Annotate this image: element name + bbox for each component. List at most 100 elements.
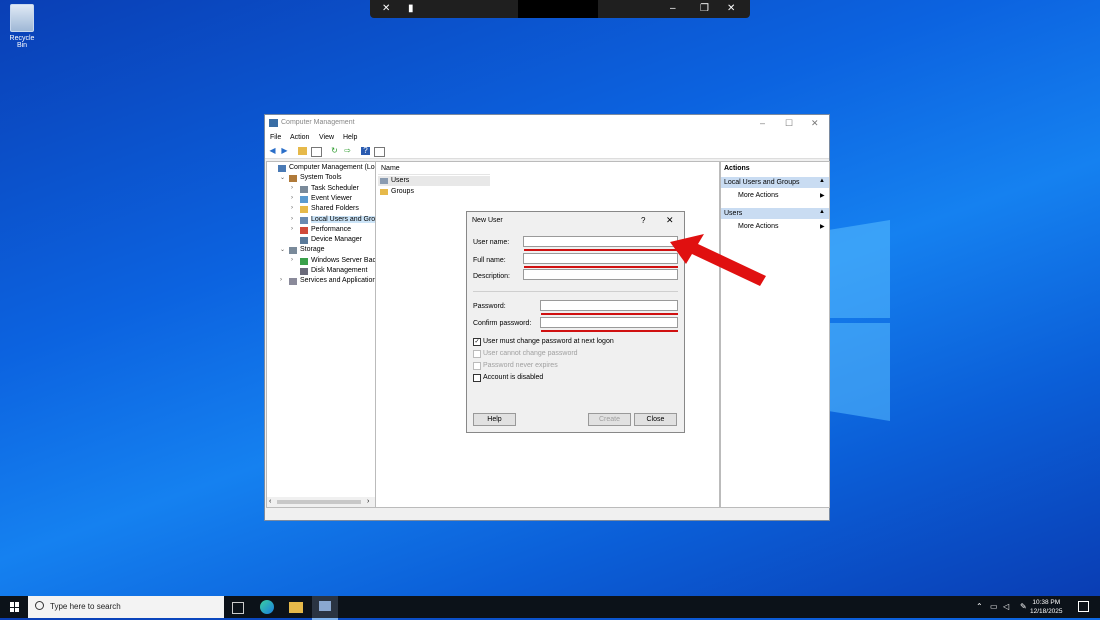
clock-date: 12/18/2025 — [1030, 608, 1063, 615]
up-folder-icon[interactable] — [298, 147, 307, 155]
tray-overflow-icon[interactable]: ⌃ — [976, 602, 983, 611]
tree-item[interactable]: Device Manager — [311, 236, 362, 243]
scroll-right-icon[interactable]: › — [367, 498, 369, 505]
export-list-icon[interactable]: ⇨ — [343, 147, 352, 155]
close-icon[interactable]: ✕ — [666, 215, 674, 226]
menu-file[interactable]: File — [270, 134, 281, 141]
cannot-change-password-checkbox[interactable] — [473, 350, 481, 358]
actions-section-label: Users — [724, 210, 743, 217]
pen-icon[interactable]: ✎ — [1020, 602, 1027, 611]
annotation-underline — [541, 330, 678, 332]
confirm-password-input[interactable] — [540, 317, 678, 328]
tree-item[interactable]: Performance — [311, 226, 351, 233]
file-explorer-icon[interactable] — [289, 602, 303, 613]
new-user-dialog: New User ? ✕ User name: Full name: Descr… — [466, 211, 685, 433]
minimize-icon[interactable]: – — [670, 3, 676, 15]
horizontal-scrollbar[interactable]: ‹ › — [267, 497, 375, 507]
scroll-left-icon[interactable]: ‹ — [269, 498, 271, 505]
back-icon[interactable]: ◀ — [268, 147, 277, 155]
close-button[interactable]: Close — [634, 413, 677, 426]
annotation-underline — [541, 313, 678, 315]
edge-icon[interactable] — [260, 600, 274, 614]
forward-icon[interactable]: ▶ — [280, 147, 289, 155]
volume-icon[interactable]: ◁ — [1003, 602, 1009, 611]
menu-action[interactable]: Action — [290, 134, 309, 141]
help-button[interactable]: Help — [473, 413, 516, 426]
collapse-icon: ▲ — [819, 178, 825, 184]
menu-view[interactable]: View — [319, 134, 334, 141]
windows-wallpaper-logo — [820, 215, 890, 425]
refresh-icon[interactable]: ↻ — [330, 147, 339, 155]
full-name-input[interactable] — [523, 253, 678, 264]
password-never-expires-checkbox[interactable] — [473, 362, 481, 370]
column-header-name[interactable]: Name — [378, 164, 490, 175]
tree-item[interactable]: Storage — [300, 246, 325, 253]
actions-section-header[interactable]: Users ▲ — [721, 208, 829, 219]
folder-icon — [300, 206, 308, 214]
help-icon[interactable]: ? — [361, 147, 370, 155]
computer-management-icon — [269, 119, 278, 127]
tree-item[interactable]: System Tools — [300, 174, 342, 181]
more-actions-item[interactable]: More Actions — [738, 192, 778, 199]
clock-time: 10:38 PM — [1032, 599, 1061, 606]
help-icon[interactable]: ? — [641, 216, 645, 225]
tree-item[interactable]: Services and Applications — [300, 277, 380, 284]
tree-expander-icon[interactable]: › — [291, 185, 293, 191]
computer-management-taskbar-icon[interactable] — [312, 596, 338, 620]
close-icon[interactable]: ✕ — [811, 118, 819, 129]
clock[interactable]: 10:38 PM 12/18/2025 — [1030, 598, 1063, 616]
tree-item[interactable]: Computer Management (Local — [289, 164, 384, 171]
recycle-bin[interactable]: Recycle Bin — [4, 4, 40, 49]
menu-help[interactable]: Help — [343, 134, 357, 141]
tree-expander-icon[interactable]: › — [291, 257, 293, 263]
disk-icon — [300, 268, 308, 275]
tools-icon — [289, 175, 297, 183]
task-view-icon[interactable] — [232, 602, 244, 614]
notifications-icon[interactable] — [1078, 601, 1089, 612]
tree-item[interactable]: Shared Folders — [311, 205, 359, 212]
confirm-password-label: Confirm password: — [473, 320, 532, 327]
recycle-bin-icon — [10, 4, 34, 32]
minimize-icon[interactable]: – — [760, 118, 765, 128]
taskbar: Type here to search ⌃ ▭ ◁ ✎ 10:38 PM 12/… — [0, 596, 1100, 620]
must-change-password-checkbox[interactable]: ✓ — [473, 338, 481, 346]
account-disabled-checkbox[interactable] — [473, 374, 481, 382]
taskbar-search[interactable]: Type here to search — [28, 596, 224, 618]
close-icon[interactable]: ✕ — [727, 3, 735, 15]
more-actions-item[interactable]: More Actions — [738, 223, 778, 230]
unpin-icon[interactable]: ✕ — [382, 3, 390, 15]
tree-expander-icon[interactable]: › — [291, 216, 293, 222]
annotation-arrow — [670, 234, 766, 286]
user-name-input[interactable] — [523, 236, 678, 247]
description-input[interactable] — [523, 269, 678, 280]
account-disabled-label: Account is disabled — [483, 374, 544, 381]
tree-item[interactable]: Disk Management — [311, 267, 367, 274]
remote-connection-bar: ✕ ▮ – ❐ ✕ — [370, 0, 750, 18]
list-item-label: Groups — [391, 188, 414, 195]
password-never-expires-label: Password never expires — [483, 362, 558, 369]
tree-expander-icon[interactable]: ⌄ — [280, 246, 285, 253]
tree-expander-icon[interactable]: ⌄ — [280, 174, 285, 181]
network-icon[interactable]: ▭ — [990, 602, 998, 611]
maximize-icon[interactable]: ☐ — [785, 118, 793, 129]
start-icon[interactable] — [10, 602, 20, 612]
tree-expander-icon[interactable]: › — [291, 205, 293, 211]
password-input[interactable] — [540, 300, 678, 311]
tree-item[interactable]: Task Scheduler — [311, 185, 359, 192]
properties-icon[interactable] — [374, 147, 385, 157]
tree-expander-icon[interactable]: › — [280, 277, 282, 283]
list-item-users[interactable]: Users — [378, 176, 490, 186]
list-item-label: Users — [391, 177, 410, 184]
tree-item[interactable]: Event Viewer — [311, 195, 352, 202]
actions-section-header[interactable]: Local Users and Groups ▲ — [721, 177, 829, 188]
show-hide-tree-icon[interactable] — [311, 147, 322, 157]
tree-expander-icon[interactable]: › — [291, 226, 293, 232]
signal-strength-icon: ▮ — [408, 3, 414, 14]
tree-expander-icon[interactable]: › — [291, 195, 293, 201]
must-change-password-label: User must change password at next logon — [483, 338, 614, 345]
scroll-thumb[interactable] — [277, 500, 361, 504]
actions-section-label: Local Users and Groups — [724, 179, 800, 186]
restore-icon[interactable]: ❐ — [700, 3, 709, 15]
list-item-groups[interactable]: Groups — [378, 187, 490, 197]
create-button[interactable]: Create — [588, 413, 631, 426]
